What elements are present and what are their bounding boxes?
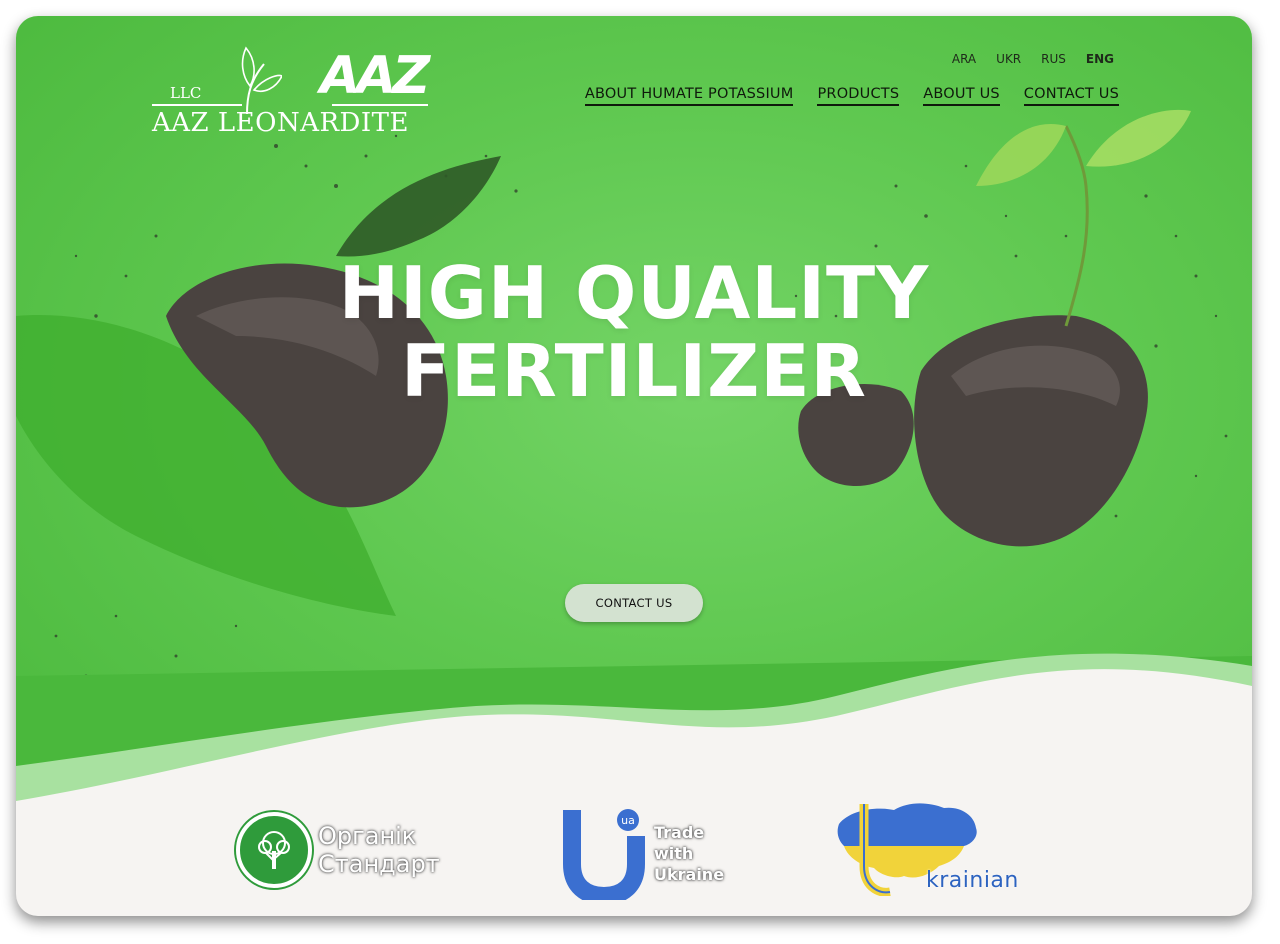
browser-window: LLC AAZ AAZ LEONARDITE ARA UKR RUS ENG A… — [16, 16, 1252, 916]
partner-ukrainian[interactable]: krainian — [834, 796, 1054, 906]
partner-trade-with-ukraine[interactable]: ua Trade with Ukraine — [562, 806, 762, 906]
trade-line-3: Ukraine — [654, 865, 725, 884]
organic-line-1: Органік — [318, 822, 417, 850]
language-switcher: ARA UKR RUS ENG — [952, 52, 1114, 66]
headline-line-1: HIGH QUALITY — [338, 251, 930, 335]
nav-about-humate[interactable]: ABOUT HUMATE POTASSIUM — [584, 86, 794, 106]
brand-logo[interactable]: LLC AAZ AAZ LEONARDITE — [152, 46, 432, 141]
ukrainian-label: krainian — [926, 868, 1019, 893]
organic-standard-label: Органік Стандарт — [318, 822, 440, 878]
hero-wave — [16, 653, 1252, 836]
lang-ara[interactable]: ARA — [952, 52, 976, 66]
nav-products[interactable]: PRODUCTS — [817, 86, 900, 106]
lang-ukr[interactable]: UKR — [996, 52, 1021, 66]
organic-line-2: Стандарт — [318, 850, 440, 878]
main-nav: ABOUT HUMATE POTASSIUM PRODUCTS ABOUT US… — [584, 86, 1119, 106]
hero-headline: HIGH QUALITY FERTILIZER — [16, 254, 1252, 410]
trade-line-1: Trade — [654, 823, 705, 842]
lang-eng[interactable]: ENG — [1086, 52, 1114, 66]
ua-badge: ua — [621, 814, 635, 827]
trade-with-ukraine-label: Trade with Ukraine — [654, 822, 724, 885]
ua-u-icon: ua — [563, 809, 645, 900]
nav-about-us[interactable]: ABOUT US — [923, 86, 1000, 106]
logo-divider — [332, 104, 428, 106]
nav-contact-us[interactable]: CONTACT US — [1023, 86, 1119, 106]
trade-line-2: with — [654, 844, 694, 863]
headline-line-2: FERTILIZER — [401, 329, 867, 413]
brand-mark: AAZ — [320, 46, 430, 106]
logo-divider — [152, 104, 242, 106]
lang-rus[interactable]: RUS — [1041, 52, 1066, 66]
tree-icon — [236, 812, 312, 888]
brand-llc: LLC — [170, 84, 202, 102]
brand-name: AAZ LEONARDITE — [152, 108, 409, 138]
partner-organic-standard[interactable]: Органік Стандарт — [236, 812, 456, 892]
